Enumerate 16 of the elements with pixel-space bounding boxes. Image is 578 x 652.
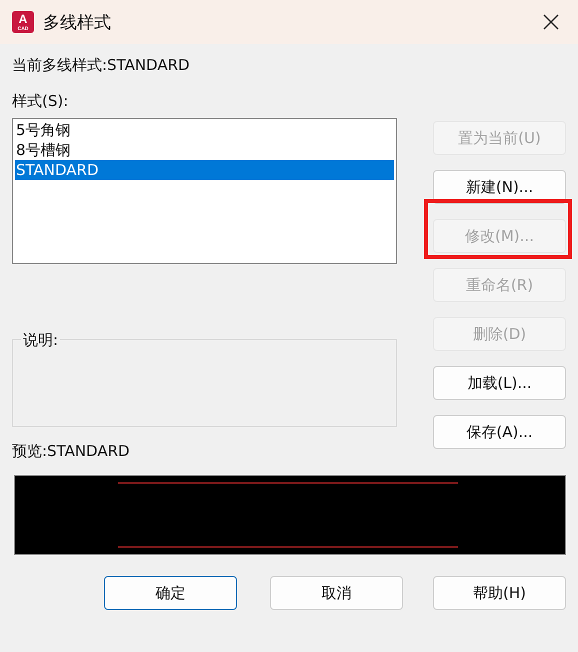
list-item[interactable]: 8号槽钢 bbox=[15, 140, 394, 160]
styles-list[interactable]: 5号角钢 8号槽钢 STANDARD bbox=[12, 118, 397, 264]
styles-label: 样式(S): bbox=[12, 92, 70, 110]
dialog-button[interactable]: 保存(A)... bbox=[433, 415, 566, 449]
close-icon bbox=[543, 14, 559, 30]
list-item[interactable]: STANDARD bbox=[15, 160, 394, 180]
current-style-label: 当前多线样式:STANDARD bbox=[12, 56, 191, 74]
description-label: 说明: bbox=[21, 331, 60, 349]
preview-label: 预览:STANDARD bbox=[12, 442, 131, 460]
close-button[interactable] bbox=[542, 13, 560, 31]
list-item[interactable]: 5号角钢 bbox=[15, 120, 394, 140]
dialog-button[interactable]: 确定 bbox=[104, 576, 237, 610]
dialog-button[interactable]: 加载(L)... bbox=[433, 366, 566, 400]
window-title: 多线样式 bbox=[43, 12, 111, 34]
dialog-button[interactable]: 取消 bbox=[270, 576, 403, 610]
dialog-button[interactable]: 帮助(H) bbox=[433, 576, 566, 610]
